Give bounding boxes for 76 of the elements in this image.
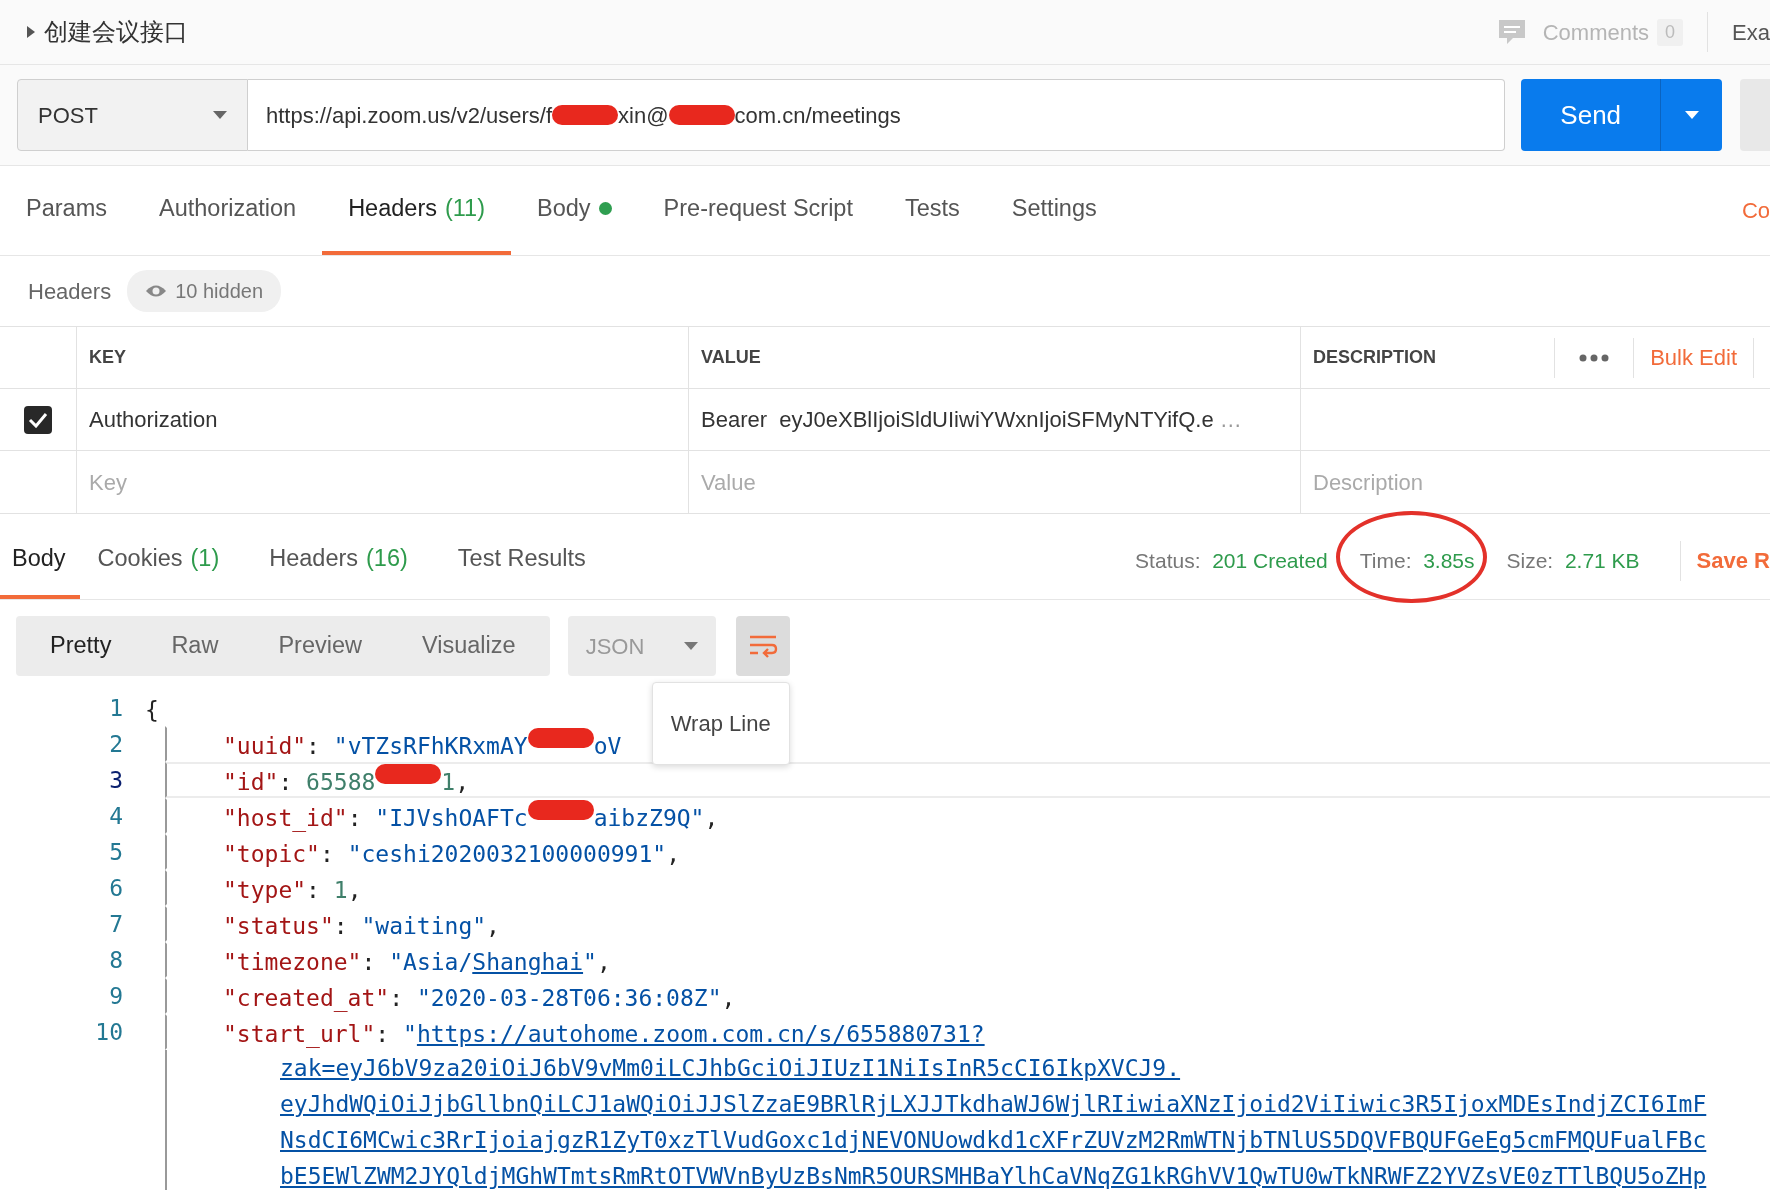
url-link[interactable]: https://autohome.zoom.com.cn/s/655880731? [416,1021,985,1047]
request-tab[interactable]: Body [511,166,638,255]
redaction-mark [527,728,594,748]
send-options-button[interactable] [1660,79,1723,151]
redaction-mark [527,800,594,820]
redaction-mark [552,105,619,125]
redaction-mark [375,764,442,784]
line-number: 1 [108,694,123,723]
request-title: 创建会议接口 [44,17,188,47]
code-text: oV [593,732,622,760]
url-link[interactable]: Shanghai [472,949,584,975]
url-link[interactable]: eyJhdWQiOiJjbGllbnQiLCJ1aWQiOiJJSlZzaE9BRlRjLXJJTkdhaWJ6WjlRIiwiaXNzIjoid2ViIiwic3R5IjoxMDEsIndjZCI6ImF [280,1091,1707,1117]
line-number: 3 [108,766,123,795]
tooltip: Wrap Line [651,682,790,765]
hidden-headers-toggle[interactable]: 10 hidden [127,270,282,312]
table-cell-text: Authorization [89,406,218,434]
url-link[interactable]: NsdCI6MCwic3RrIjoiajgzR1ZyT0xzTlVudGoxc1djNEVONUowdkd1cXFrZUVzM2RmWTNjbTNlUS5DQVFBQUFGeEg5cmFMQUFualFBc [280,1127,1707,1153]
code-text: "uuid": "vTZsRFhKRxmAY [223,732,528,760]
line-number: 4 [108,802,123,831]
code-text: aibzZ9Q", [593,804,719,832]
table-cell-text: Bearer eyJ0eXBlIjoiSldUIiwiYWxnIjoiSFMyNTYifQ.e … [701,406,1242,434]
url-link[interactable]: bE5EWlZWM2JYQldjMGhWTmtsRmRtOTVWVnByUzBsNmR5OURSMHBaYlhCaVNqZG1kRGhVV1QwTU0wTkNRWFZ2YVZsVE0zTTlBQU5oZHp [280,1163,1707,1189]
request-tab[interactable]: Pre-request Script [637,166,879,255]
checkmark-icon [28,411,48,428]
view-mode-tab[interactable]: Raw [141,616,249,676]
view-mode-tab[interactable]: Preview [248,616,392,676]
code-line: "start_url": "https://autohome.zoom.com.cn/s/655880731? [223,1020,985,1048]
code-text: "id": 65588 [223,768,376,796]
code-line: "status": "waiting", [223,912,500,940]
line-number: 10 [94,1018,123,1047]
line-number: 7 [108,910,123,939]
response-tab[interactable]: Body [0,522,80,599]
send-button[interactable]: Send [1521,79,1661,151]
checkbox[interactable] [24,405,52,434]
response-tab[interactable]: Headers (16) [255,522,422,599]
code-line: "type": 1, [223,876,362,904]
url-link[interactable]: zak=eyJ6bV9za20iOiJ6bV9vMm0iLCJhbGciOiJIUzI1NiIsInR5cCI6IkpXVCJ9. [280,1055,1181,1081]
view-mode-tab[interactable]: Visualize [392,616,546,676]
line-number: 5 [108,838,123,867]
redaction-mark [668,105,735,125]
line-number: 6 [108,874,123,903]
response-stat: Time: 3.85s [1359,544,1475,577]
code-line: "topic": "ceshi2020032100000991", [223,840,680,868]
request-tab[interactable]: Tests [879,166,986,255]
wrap-icon [747,634,778,658]
column-header: VALUE [701,346,761,369]
response-tab[interactable]: Test Results [443,522,600,599]
column-header: KEY [89,346,126,369]
wrap-line-button[interactable] [735,616,790,676]
line-number: 2 [108,730,123,759]
method-dropdown[interactable]: POST [17,79,248,151]
request-tab[interactable]: Params [0,166,133,255]
code-text: "host_id": "IJVshOAFTc [223,804,528,832]
request-tab[interactable]: Authorization [132,166,323,255]
code-line: { [145,696,159,724]
caret-icon [1684,111,1699,119]
expand-caret-icon[interactable] [26,25,36,39]
column-header: DESCRIPTION [1313,346,1436,369]
response-stat: Status: 201 Created [1135,547,1328,574]
line-number: 8 [108,946,123,975]
request-tab[interactable]: Headers (11) [322,166,511,255]
url-field[interactable]: https://api.zoom.us/v2/users/f xin@ com.cn/meetings [247,79,1506,151]
examples-link[interactable]: Exa [1732,15,1770,49]
line-number: 9 [108,982,123,1011]
code-line: "created_at": "2020-03-28T06:36:08Z", [223,984,736,1012]
view-mode-tab[interactable]: Pretty [20,616,142,676]
response-tab[interactable]: Cookies (1) [83,522,234,599]
response-stat: Size: 2.71 KB [1506,547,1640,574]
eye-icon [145,284,168,298]
dropdown-caret-icon [212,111,227,119]
code-text: 1, [441,768,470,796]
dropdown-caret-icon [683,642,698,650]
request-tab[interactable]: Settings [985,166,1123,255]
code-line: "timezone": "Asia/Shanghai", [223,948,611,976]
section-title: Headers [28,277,112,306]
more-options-icon[interactable] [1579,353,1610,362]
